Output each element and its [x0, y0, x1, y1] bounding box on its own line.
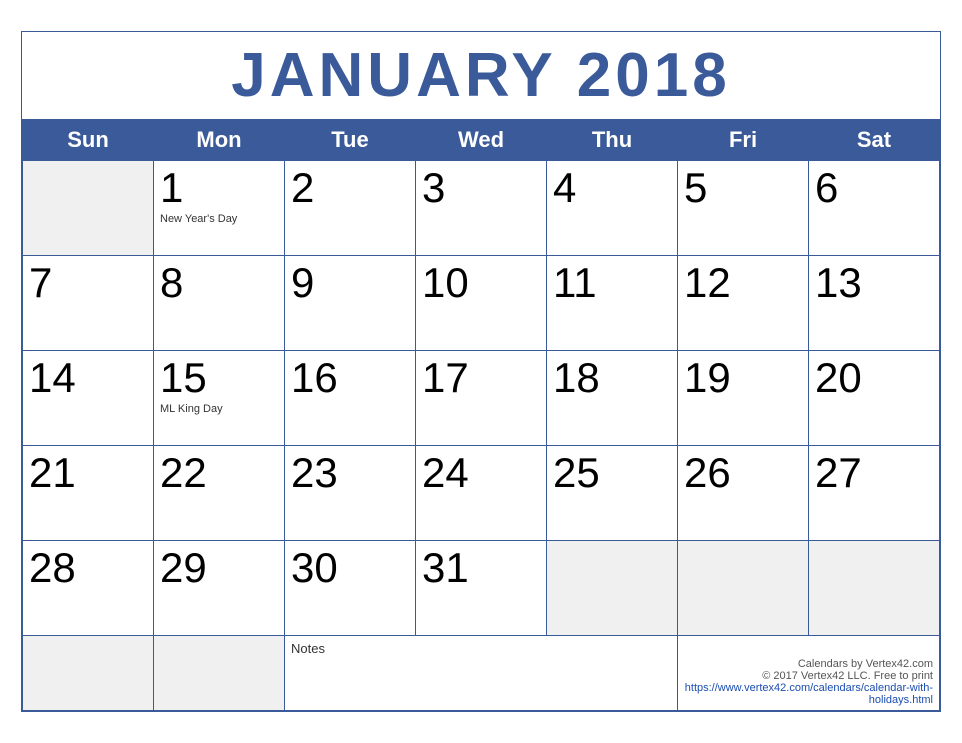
- day-number: 19: [684, 355, 802, 401]
- day-number: 12: [684, 260, 802, 306]
- day-number: 21: [29, 450, 147, 496]
- day-cell: 6: [809, 160, 940, 255]
- notes-row: Notes Calendars by Vertex42.com © 2017 Ve…: [23, 635, 940, 710]
- day-cell: 30: [285, 540, 416, 635]
- day-number: 25: [553, 450, 671, 496]
- day-number: 24: [422, 450, 540, 496]
- day-number: 30: [291, 545, 409, 591]
- day-number: 27: [815, 450, 933, 496]
- header-row: SunMonTueWedThuFriSat: [23, 119, 940, 160]
- day-header-wed: Wed: [416, 119, 547, 160]
- day-cell: 25: [547, 445, 678, 540]
- notes-cell: Notes: [285, 635, 678, 710]
- day-header-sat: Sat: [809, 119, 940, 160]
- day-cell: 27: [809, 445, 940, 540]
- day-cell: 22: [154, 445, 285, 540]
- week-row-5: 28 29 30 31: [23, 540, 940, 635]
- day-number: 1: [160, 165, 278, 211]
- calendar-container: JANUARY 2018 SunMonTueWedThuFriSat 1 New …: [21, 31, 941, 711]
- day-cell: 23: [285, 445, 416, 540]
- day-number: 28: [29, 545, 147, 591]
- day-cell: [809, 540, 940, 635]
- day-cell: 28: [23, 540, 154, 635]
- footer-line2: © 2017 Vertex42 LLC. Free to print: [762, 670, 933, 682]
- day-cell: 18: [547, 350, 678, 445]
- day-cell: 31: [416, 540, 547, 635]
- day-cell: 10: [416, 255, 547, 350]
- day-cell: 3: [416, 160, 547, 255]
- day-cell: [23, 160, 154, 255]
- day-cell: 17: [416, 350, 547, 445]
- holiday-label: New Year's Day: [160, 213, 278, 225]
- footer-cell: Calendars by Vertex42.com © 2017 Vertex4…: [678, 635, 940, 710]
- day-cell: [547, 540, 678, 635]
- day-number: 7: [29, 260, 147, 306]
- footer-line3: https://www.vertex42.com/calendars/calen…: [685, 682, 933, 706]
- day-number: 22: [160, 450, 278, 496]
- holiday-label: ML King Day: [160, 403, 278, 415]
- day-number: 13: [815, 260, 933, 306]
- day-number: 8: [160, 260, 278, 306]
- day-number: 26: [684, 450, 802, 496]
- day-cell: 1 New Year's Day: [154, 160, 285, 255]
- day-cell: 24: [416, 445, 547, 540]
- day-number: 17: [422, 355, 540, 401]
- day-number: 29: [160, 545, 278, 591]
- day-number: 14: [29, 355, 147, 401]
- day-header-tue: Tue: [285, 119, 416, 160]
- day-number: 31: [422, 545, 540, 591]
- day-cell: 21: [23, 445, 154, 540]
- calendar-table: SunMonTueWedThuFriSat 1New Year's Day234…: [22, 119, 940, 711]
- day-number: 9: [291, 260, 409, 306]
- day-number: 16: [291, 355, 409, 401]
- day-cell: 20: [809, 350, 940, 445]
- day-number: 2: [291, 165, 409, 211]
- day-header-fri: Fri: [678, 119, 809, 160]
- day-number: 11: [553, 260, 671, 306]
- day-cell: [678, 540, 809, 635]
- day-cell: 26: [678, 445, 809, 540]
- day-number: 4: [553, 165, 671, 211]
- day-number: 6: [815, 165, 933, 211]
- week-row-3: 14 15 ML King Day 16 17 18 19 20: [23, 350, 940, 445]
- day-number: 23: [291, 450, 409, 496]
- calendar-title: JANUARY 2018: [22, 32, 940, 118]
- day-cell: 7: [23, 255, 154, 350]
- day-number: 18: [553, 355, 671, 401]
- day-number: 5: [684, 165, 802, 211]
- footer-line1: Calendars by Vertex42.com: [798, 658, 933, 670]
- day-number: 15: [160, 355, 278, 401]
- day-cell: 29: [154, 540, 285, 635]
- day-cell: 2: [285, 160, 416, 255]
- notes-empty-2: [154, 635, 285, 710]
- notes-empty-1: [23, 635, 154, 710]
- notes-label: Notes: [291, 641, 325, 656]
- day-header-mon: Mon: [154, 119, 285, 160]
- day-cell: 12: [678, 255, 809, 350]
- week-row-4: 21 22 23 24 25 26 27: [23, 445, 940, 540]
- day-cell: 14: [23, 350, 154, 445]
- day-cell: 15 ML King Day: [154, 350, 285, 445]
- week-row-2: 789 10 11 12 13: [23, 255, 940, 350]
- day-cell: 19: [678, 350, 809, 445]
- day-header-sun: Sun: [23, 119, 154, 160]
- day-number: 10: [422, 260, 540, 306]
- day-cell: 4: [547, 160, 678, 255]
- week-row-1: 1 New Year's Day 23456: [23, 160, 940, 255]
- day-cell: 8: [154, 255, 285, 350]
- day-cell: 11: [547, 255, 678, 350]
- day-cell: 9: [285, 255, 416, 350]
- day-number: 3: [422, 165, 540, 211]
- day-number: 20: [815, 355, 933, 401]
- day-header-thu: Thu: [547, 119, 678, 160]
- day-cell: 5: [678, 160, 809, 255]
- day-cell: 13: [809, 255, 940, 350]
- day-cell: 16: [285, 350, 416, 445]
